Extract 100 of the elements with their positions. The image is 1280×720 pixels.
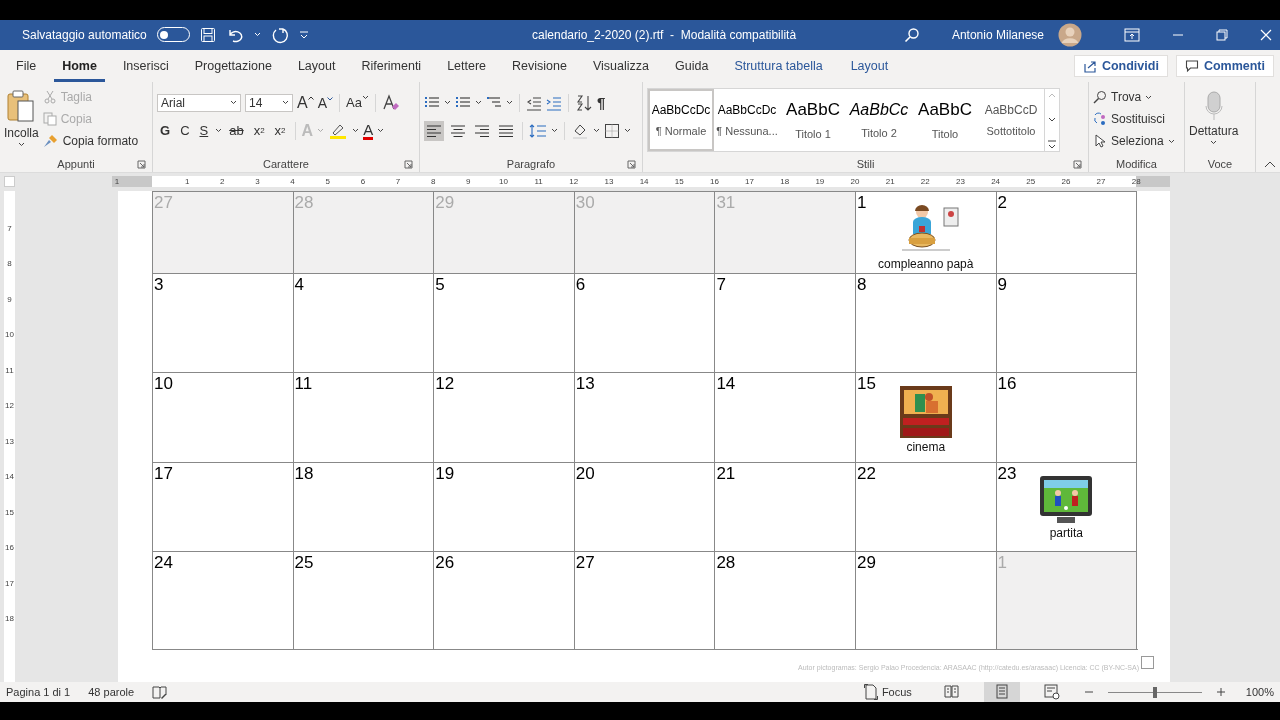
- style-option[interactable]: AaBbCcDc ¶ Nessuna...: [714, 88, 780, 151]
- editing-button[interactable]: Seleziona: [1093, 131, 1175, 151]
- save-icon[interactable]: [199, 26, 216, 43]
- caret-icon[interactable]: [1145, 94, 1153, 100]
- caret-icon[interactable]: [475, 100, 482, 106]
- caret-icon[interactable]: [17, 141, 25, 147]
- ribbon-tab[interactable]: Lettere: [439, 49, 495, 82]
- paste-button[interactable]: Incolla: [4, 85, 39, 156]
- redo-icon[interactable]: [270, 25, 289, 44]
- ribbon-tab[interactable]: Layout: [842, 49, 897, 82]
- align-button[interactable]: [424, 120, 444, 141]
- caret-icon[interactable]: [377, 128, 385, 134]
- caret-icon[interactable]: [506, 100, 513, 106]
- increase-indent-icon[interactable]: [546, 94, 562, 111]
- day-number: 8: [856, 275, 868, 294]
- ribbon-tab[interactable]: Progettazione: [186, 49, 280, 82]
- shrink-font-button[interactable]: A: [317, 94, 333, 111]
- caret-icon[interactable]: [352, 128, 360, 134]
- page-count[interactable]: Pagina 1 di 1: [6, 686, 71, 698]
- day-number: 28: [294, 193, 315, 212]
- style-option[interactable]: AaBbCc Titolo 2: [846, 88, 912, 151]
- zoom-level[interactable]: 100%: [1245, 686, 1274, 698]
- ruler-number: 11: [533, 176, 544, 188]
- day-number: 16: [997, 374, 1018, 393]
- line-spacing-icon[interactable]: [529, 122, 547, 139]
- font-name-field[interactable]: Arial: [157, 93, 241, 112]
- ribbon-tab[interactable]: Struttura tabella: [726, 49, 831, 82]
- decrease-indent-icon[interactable]: [526, 94, 542, 111]
- dialog-launcher-icon[interactable]: [1073, 159, 1082, 169]
- ribbon-tab[interactable]: Layout: [289, 49, 344, 82]
- change-case-button[interactable]: Aa: [346, 95, 369, 111]
- ruler-number: 3: [254, 176, 261, 188]
- customize-toolbar-icon[interactable]: [298, 29, 309, 40]
- day-number: 12: [435, 374, 456, 393]
- style-option[interactable]: AaBbC Titolo 1: [780, 88, 846, 151]
- zoom-in-icon[interactable]: [1215, 687, 1226, 697]
- ribbon-tab[interactable]: Guida: [667, 49, 717, 82]
- ruler-number: 15: [673, 176, 685, 188]
- avatar[interactable]: [1058, 22, 1082, 47]
- font-color-button[interactable]: A: [363, 121, 374, 140]
- ruler-number: 14: [4, 471, 15, 484]
- borders-icon[interactable]: [604, 122, 620, 139]
- caret-icon[interactable]: [444, 100, 451, 106]
- caret-icon[interactable]: [361, 95, 369, 101]
- sort-icon[interactable]: [575, 93, 593, 112]
- print-layout-button[interactable]: [983, 682, 1020, 702]
- format-button[interactable]: C: [177, 123, 193, 139]
- zoom-slider-thumb[interactable]: [1152, 686, 1157, 698]
- ruler-number: 27: [1095, 176, 1107, 188]
- dictate-button[interactable]: Dettatura: [1189, 85, 1239, 156]
- ruler-number: 7: [6, 222, 13, 235]
- justify-icon: [498, 122, 514, 139]
- grow-font-button[interactable]: A: [297, 93, 314, 112]
- caret-icon[interactable]: [1210, 139, 1218, 145]
- dialog-launcher-icon[interactable]: [404, 159, 413, 169]
- style-option[interactable]: AaBbCcD Sottotitolo: [978, 88, 1044, 151]
- ribbon-tab[interactable]: Revisione: [504, 49, 575, 82]
- ribbon-display-icon[interactable]: [1124, 27, 1140, 42]
- comments-button[interactable]: Commenti: [1175, 54, 1274, 77]
- ribbon-tab[interactable]: File: [8, 49, 45, 82]
- search-icon[interactable]: [903, 26, 920, 43]
- proofing-icon[interactable]: [152, 685, 169, 699]
- dialog-launcher-icon[interactable]: [627, 159, 636, 169]
- caret-icon[interactable]: [593, 128, 600, 134]
- ruler-number: 12: [568, 176, 580, 188]
- page-icon: [993, 684, 1010, 700]
- format-button[interactable]: x$^{2}$: [271, 123, 289, 139]
- format-button[interactable]: S: [196, 123, 212, 139]
- restore-icon[interactable]: [1216, 28, 1228, 41]
- day-number: 17: [154, 464, 174, 483]
- close-icon[interactable]: [1260, 28, 1272, 41]
- focus-button[interactable]: Focus: [863, 684, 912, 700]
- more-styles-icon[interactable]: [1045, 138, 1059, 151]
- table-resize-handle[interactable]: [1141, 655, 1154, 669]
- format-button[interactable]: G: [157, 123, 174, 139]
- caret-icon[interactable]: [1167, 138, 1175, 144]
- share-button[interactable]: Condividi: [1073, 54, 1168, 77]
- caret-icon[interactable]: [551, 128, 558, 134]
- style-option[interactable]: AaBbC Titolo: [912, 88, 978, 151]
- clipboard-button[interactable]: Copia formato: [42, 131, 139, 151]
- editing-button[interactable]: Sostituisci: [1093, 109, 1175, 129]
- ribbon-tab[interactable]: Inserisci: [114, 49, 177, 82]
- dialog-launcher-icon[interactable]: [137, 159, 146, 169]
- editing-button[interactable]: Trova: [1093, 87, 1175, 107]
- font-size-field[interactable]: 14: [245, 93, 293, 112]
- user-name[interactable]: Antonio Milanese: [951, 27, 1044, 42]
- caret-icon[interactable]: [282, 100, 289, 106]
- word-count[interactable]: 48 parole: [88, 686, 135, 698]
- caret-icon[interactable]: [624, 128, 631, 134]
- format-button[interactable]: ab: [226, 123, 247, 139]
- style-option[interactable]: AaBbCcDc ¶ Normale: [648, 88, 714, 151]
- ribbon-tab[interactable]: Riferimenti: [353, 49, 430, 82]
- collapse-ribbon-icon[interactable]: [1264, 159, 1276, 168]
- clear-formatting-icon[interactable]: [381, 93, 400, 112]
- event-label: cinema: [906, 439, 946, 454]
- show-formatting-button[interactable]: ¶: [597, 94, 606, 112]
- caret-icon[interactable]: [230, 100, 237, 106]
- caret-icon[interactable]: [215, 128, 223, 134]
- group-label: Paragrafo: [506, 157, 556, 170]
- ribbon-tab[interactable]: Visualizza: [584, 49, 658, 82]
